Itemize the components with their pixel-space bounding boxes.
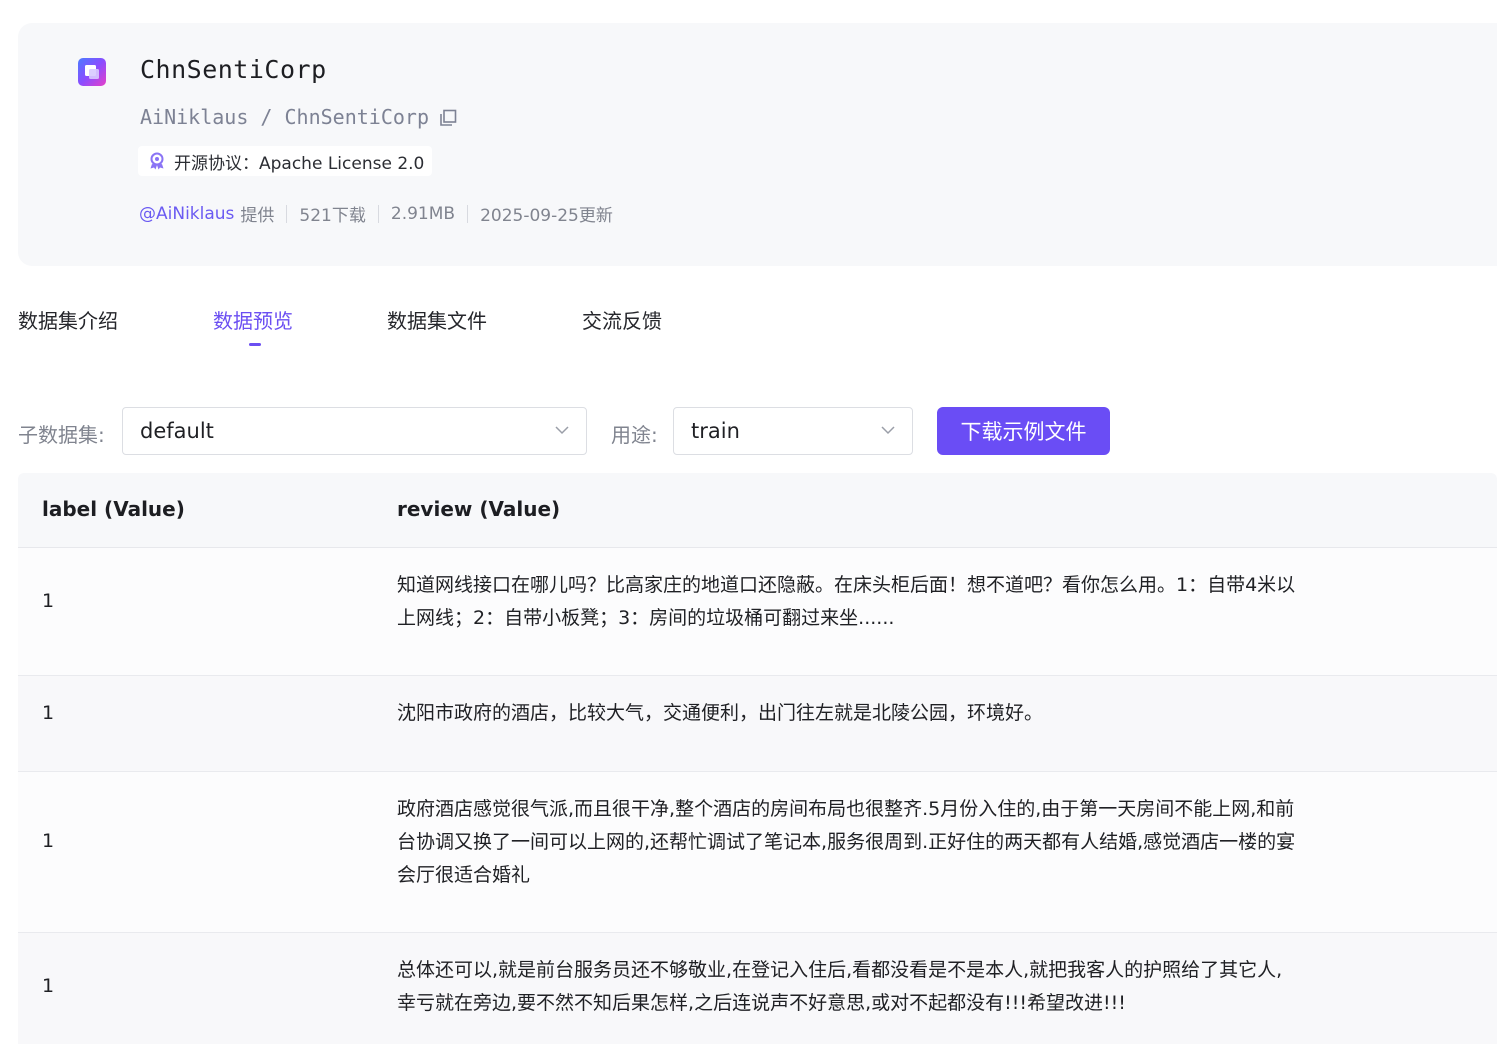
dataset-title: ChnSentiCorp bbox=[140, 55, 327, 84]
updated-date: 2025-09-25更新 bbox=[480, 206, 613, 226]
tab-intro[interactable]: 数据集介绍 bbox=[18, 305, 118, 334]
author-link[interactable]: @AiNiklaus bbox=[139, 204, 234, 224]
cell-review: 总体还可以,就是前台服务员还不够敬业,在登记入住后,看都没看是不是本人,就把我客… bbox=[397, 959, 1283, 1014]
cell-label: 1 bbox=[42, 702, 55, 724]
license-badge: 开源协议：Apache License 2.0 bbox=[138, 146, 433, 176]
table-row: 1 知道网线接口在哪儿吗？比高家庄的地道口还隐蔽。在床头柜后面！想不道吧？看你怎… bbox=[18, 548, 1497, 676]
cell-review: 知道网线接口在哪儿吗？比高家庄的地道口还隐蔽。在床头柜后面！想不道吧？看你怎么用… bbox=[397, 574, 1296, 629]
table-header: label (Value) review (Value) bbox=[18, 473, 1497, 548]
column-header-review: review (Value) bbox=[397, 497, 561, 521]
column-header-label: label (Value) bbox=[42, 497, 185, 521]
split-value: train bbox=[691, 419, 740, 443]
author-suffix: 提供 bbox=[240, 206, 275, 226]
tab-feedback[interactable]: 交流反馈 bbox=[582, 305, 662, 334]
download-count: 521下载 bbox=[299, 206, 366, 226]
meta-divider bbox=[467, 204, 469, 223]
split-select[interactable]: train bbox=[673, 407, 913, 455]
license-text: 开源协议：Apache License 2.0 bbox=[174, 153, 425, 174]
subset-select[interactable]: default bbox=[122, 407, 587, 455]
cell-review: 政府酒店感觉很气派,而且很干净,整个酒店的房间布局也很整齐.5月份入住的,由于第… bbox=[397, 798, 1296, 886]
tab-active-indicator bbox=[249, 343, 261, 346]
repo-path: AiNiklaus / ChnSentiCorp bbox=[140, 105, 457, 129]
license-icon bbox=[150, 152, 164, 170]
meta-divider bbox=[286, 204, 288, 223]
dataset-size: 2.91MB bbox=[390, 203, 456, 224]
preview-table: label (Value) review (Value) 1 知道网线接口在哪儿… bbox=[18, 473, 1497, 1044]
repo-path-text: AiNiklaus / ChnSentiCorp bbox=[140, 105, 429, 129]
cell-label: 1 bbox=[42, 830, 55, 852]
cell-label: 1 bbox=[42, 975, 55, 997]
table-row: 1 总体还可以,就是前台服务员还不够敬业,在登记入住后,看都没看是不是本人,就把… bbox=[18, 933, 1497, 1044]
split-label: 用途: bbox=[611, 423, 658, 447]
subset-label: 子数据集: bbox=[18, 423, 105, 447]
copy-icon[interactable] bbox=[439, 108, 457, 126]
chevron-down-icon bbox=[555, 426, 569, 435]
table-row: 1 沈阳市政府的酒店，比较大气，交通便利，出门往左就是北陵公园，环境好。 bbox=[18, 676, 1497, 772]
table-row: 1 政府酒店感觉很气派,而且很干净,整个酒店的房间布局也很整齐.5月份入住的,由… bbox=[18, 772, 1497, 933]
download-sample-button[interactable]: 下载示例文件 bbox=[937, 407, 1110, 455]
tab-files[interactable]: 数据集文件 bbox=[387, 305, 487, 334]
cell-label: 1 bbox=[42, 590, 55, 612]
dataset-meta: @AiNiklaus 提供 521下载 2.91MB 2025-09-25更新 bbox=[139, 201, 613, 227]
cell-review: 沈阳市政府的酒店，比较大气，交通便利，出门往左就是北陵公园，环境好。 bbox=[397, 702, 1044, 724]
chevron-down-icon bbox=[881, 426, 895, 435]
meta-divider bbox=[377, 204, 379, 223]
subset-value: default bbox=[140, 419, 214, 443]
tab-preview[interactable]: 数据预览 bbox=[213, 305, 293, 334]
dataset-logo-icon bbox=[78, 58, 106, 86]
